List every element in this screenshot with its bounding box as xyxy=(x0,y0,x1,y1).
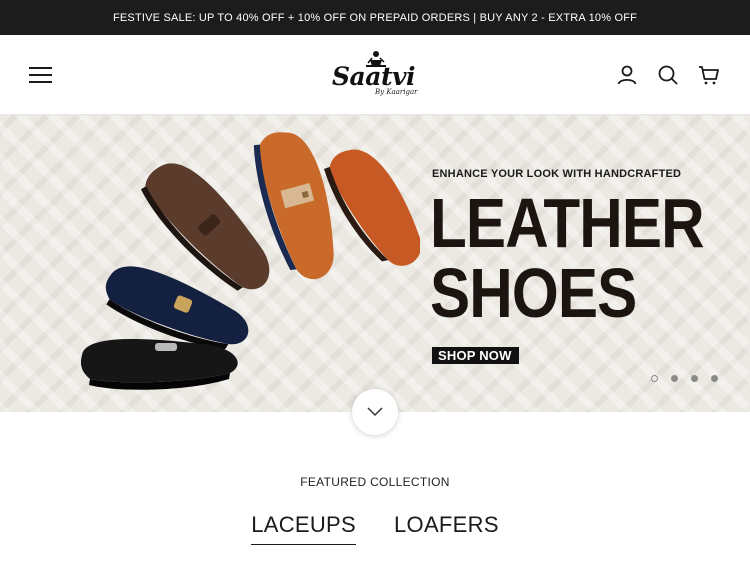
slider-dot-3[interactable] xyxy=(691,375,698,382)
hero-banner[interactable]: ENHANCE YOUR LOOK WITH HANDCRAFTED LEATH… xyxy=(0,115,750,412)
slider-dot-4[interactable] xyxy=(711,375,718,382)
scroll-down-button[interactable] xyxy=(352,389,398,435)
tab-loafers[interactable]: LOAFERS xyxy=(394,512,499,545)
hero-headline-line2: SHOES xyxy=(430,254,637,332)
collection-tabs: LACEUPS LOAFERS xyxy=(0,512,750,545)
logo-wordmark: Saatvi xyxy=(332,62,416,91)
search-icon[interactable] xyxy=(656,63,680,87)
tab-laceups[interactable]: LACEUPS xyxy=(251,512,356,545)
site-header: Saatvi By Kaarigar xyxy=(0,35,750,115)
cart-icon[interactable] xyxy=(697,63,721,87)
logo-subtext: By Kaarigar xyxy=(375,88,418,96)
menu-icon[interactable] xyxy=(29,64,53,86)
announcement-bar: FESTIVE SALE: UP TO 40% OFF + 10% OFF ON… xyxy=(0,0,750,35)
featured-heading: FEATURED COLLECTION xyxy=(300,475,450,489)
shoes-image xyxy=(80,132,420,390)
slider-dot-2[interactable] xyxy=(671,375,678,382)
brand-logo[interactable]: Saatvi By Kaarigar xyxy=(330,50,422,100)
account-icon[interactable] xyxy=(615,63,639,87)
chevron-down-icon xyxy=(367,407,383,417)
slider-dot-1[interactable] xyxy=(651,375,658,382)
hero-eyebrow: ENHANCE YOUR LOOK WITH HANDCRAFTED xyxy=(432,168,682,180)
announcement-text: FESTIVE SALE: UP TO 40% OFF + 10% OFF ON… xyxy=(112,11,638,24)
hero-headline-line1: LEATHER xyxy=(430,184,705,262)
slider-dots xyxy=(651,375,718,382)
shop-now-button[interactable]: SHOP NOW xyxy=(432,347,519,364)
